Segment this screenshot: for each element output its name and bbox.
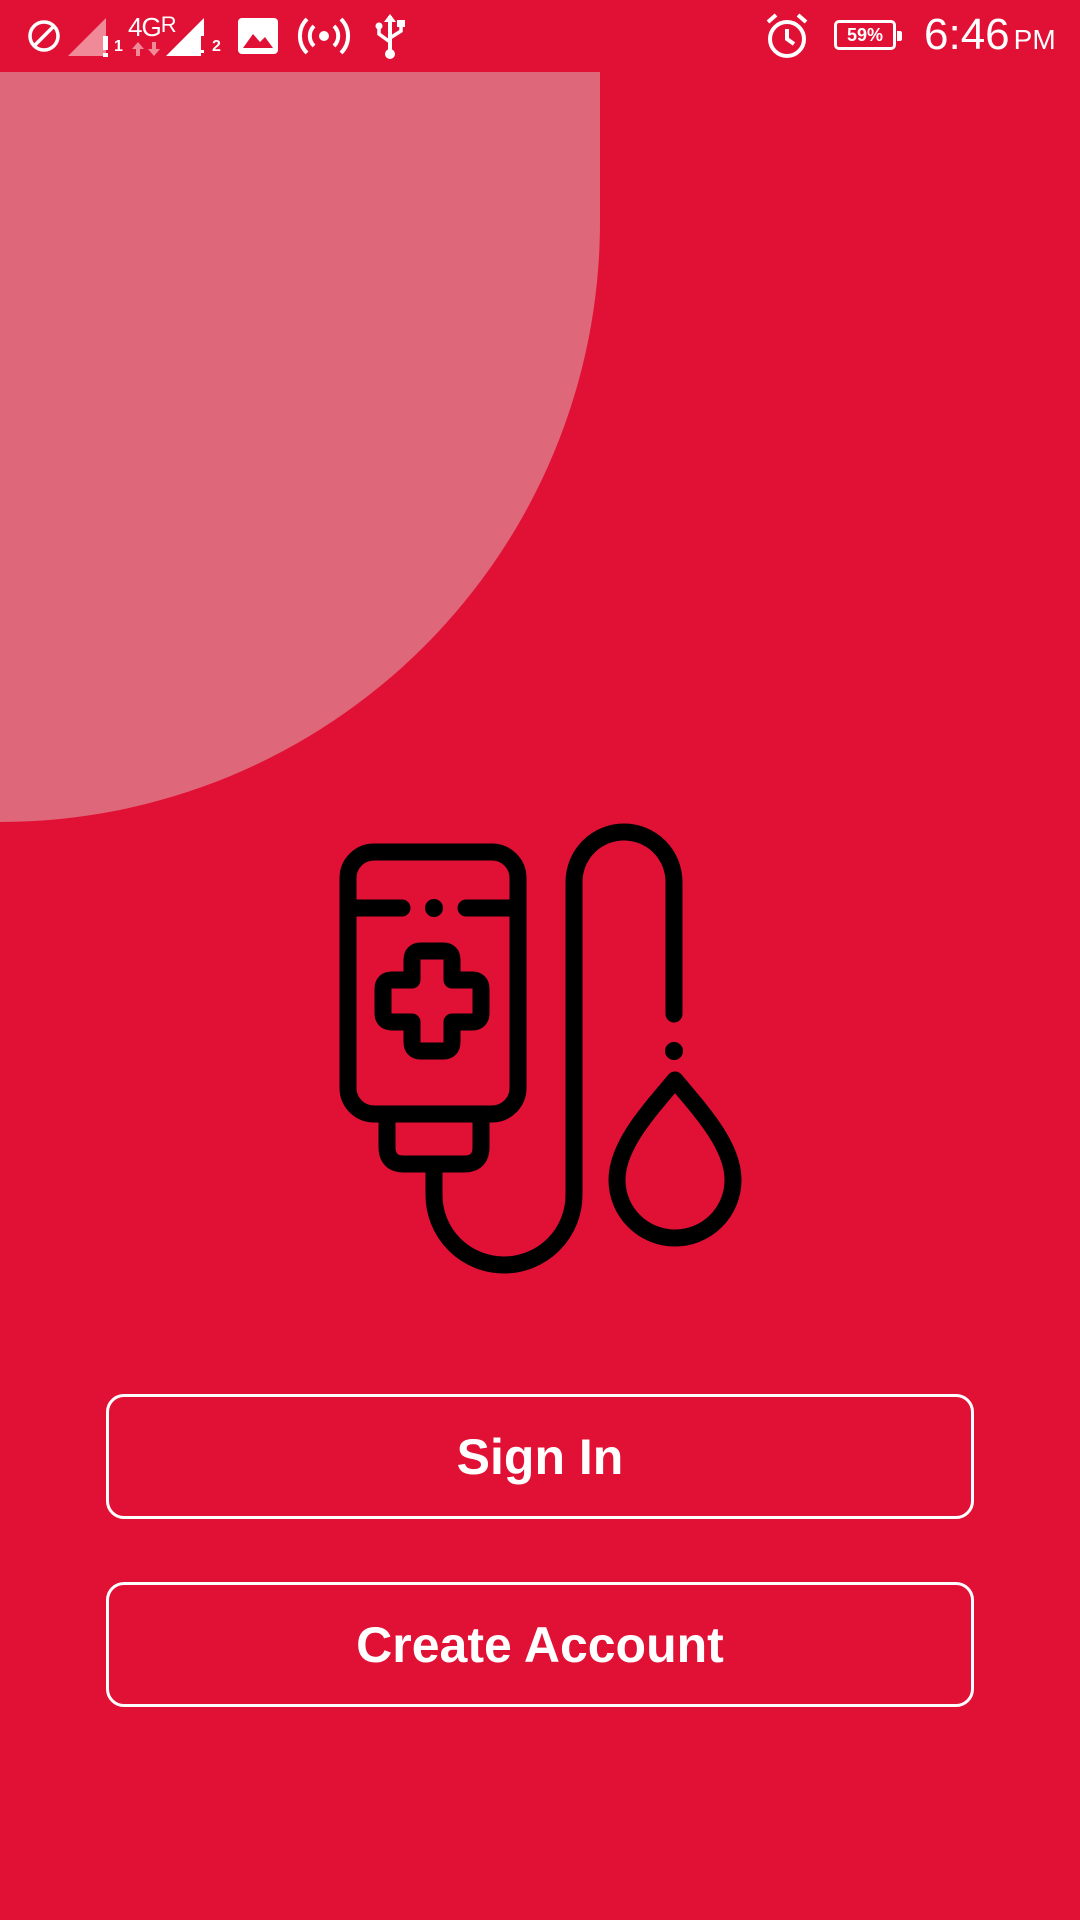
clock-ampm: PM <box>1013 24 1056 55</box>
sim1-index: 1 <box>114 38 123 55</box>
decorative-shape <box>0 72 600 822</box>
create-account-label: Create Account <box>356 1616 724 1673</box>
hotspot-icon <box>296 12 352 60</box>
create-account-button[interactable]: Create Account <box>106 1582 974 1707</box>
status-bar: 1 4GR 2 59% 6:46 PM <box>0 0 1080 72</box>
sign-in-label: Sign In <box>456 1428 624 1485</box>
data-activity-icon <box>130 42 166 58</box>
signal-sim1-icon: 1 <box>66 12 123 60</box>
image-icon <box>236 12 280 60</box>
welcome-screen: 1 4GR 2 59% 6:46 PM Sign In Create Accou… <box>0 0 1080 1920</box>
blood-transfusion-logo-icon <box>320 810 760 1280</box>
alarm-icon <box>762 12 812 60</box>
sim2-index: 2 <box>212 38 221 55</box>
network-type: 4G <box>128 12 162 42</box>
sign-in-button[interactable]: Sign In <box>106 1394 974 1519</box>
clock-time: 6:46 <box>924 10 1010 59</box>
signal-sim2-icon: 2 <box>164 12 221 60</box>
battery-icon: 59% <box>834 20 902 50</box>
clock: 6:46 PM <box>924 10 1056 60</box>
do-not-disturb-icon <box>24 12 64 60</box>
usb-icon <box>372 12 408 60</box>
battery-percent: 59% <box>846 25 884 45</box>
